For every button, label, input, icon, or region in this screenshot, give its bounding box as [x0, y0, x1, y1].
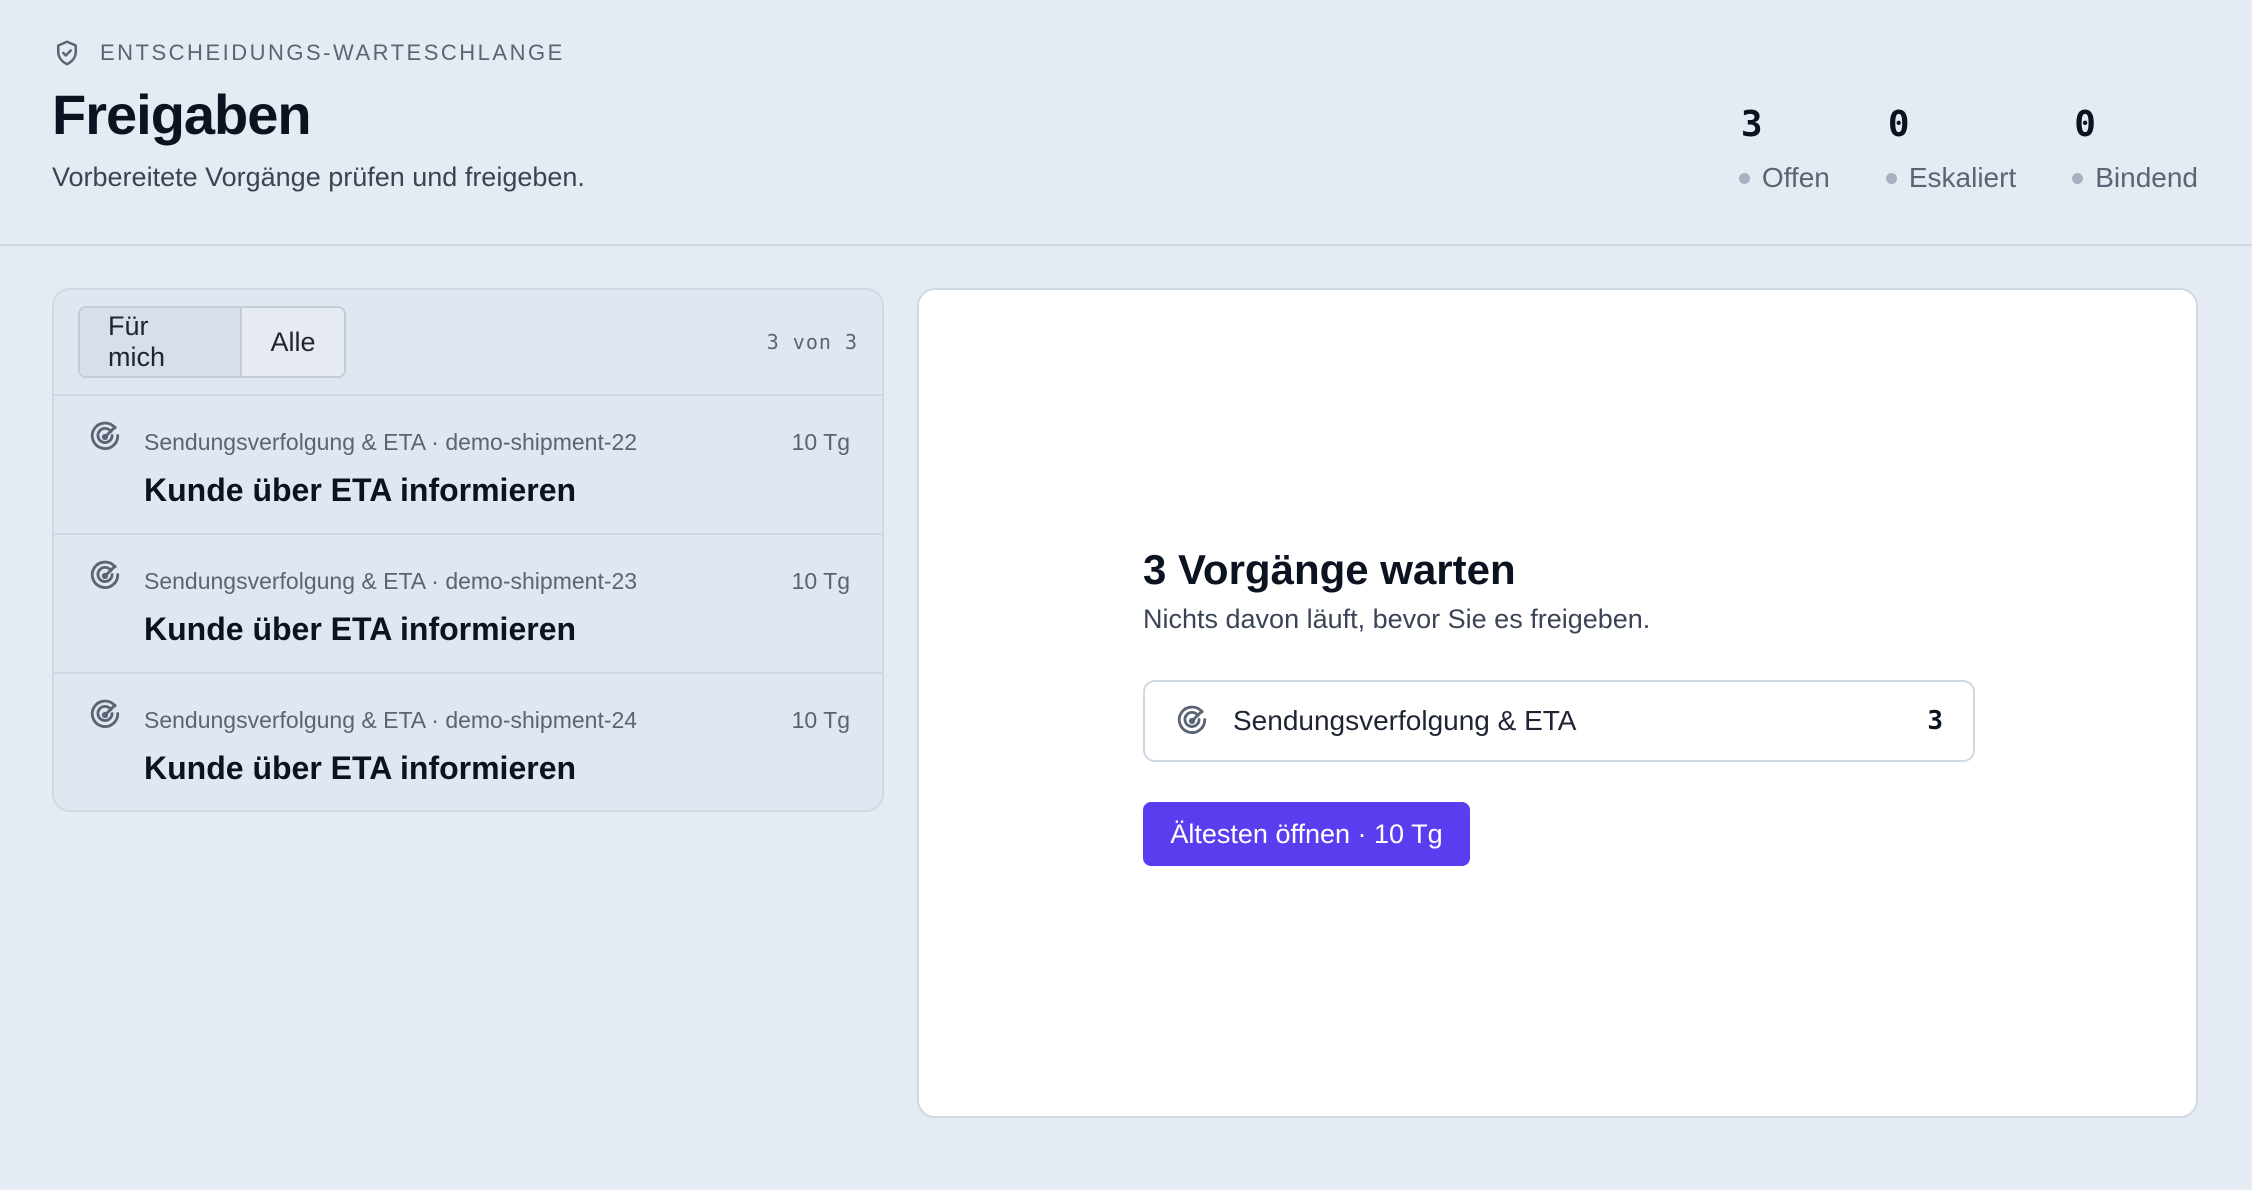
list-item[interactable]: Sendungsverfolgung & ETA · demo-shipment…	[54, 396, 882, 535]
stats-bar: 3 Offen 0 Eskaliert 0 Bindend	[1738, 104, 2198, 194]
queue-list-panel: Für mich Alle 3 von 3 Sendungsverfolgung…	[52, 288, 884, 812]
item-title: Kunde über ETA informieren	[144, 611, 577, 647]
item-age: 10 Tg	[791, 568, 850, 594]
item-title: Kunde über ETA informieren	[144, 750, 577, 786]
stat-label: Eskaliert	[1908, 162, 2017, 193]
stat-value: 0	[1887, 104, 1910, 145]
radar-icon	[1177, 705, 1207, 734]
stat-value: 0	[2074, 104, 2096, 145]
shield-check-icon	[57, 40, 77, 66]
group-count: 3	[1927, 706, 1943, 736]
filter-for-me-button[interactable]: Für mich	[80, 308, 242, 376]
item-meta: Sendungsverfolgung & ETA · demo-shipment…	[144, 568, 638, 594]
waiting-subtitle: Nichts davon läuft, bevor Sie es freigeb…	[1143, 604, 1651, 634]
status-dot	[2072, 172, 2084, 184]
page-subtitle: Vorbereitete Vorgänge prüfen und freigeb…	[52, 162, 585, 192]
stat-label: Bindend	[2095, 162, 2198, 193]
item-title: Kunde über ETA informieren	[144, 472, 577, 508]
status-dot	[1738, 172, 1750, 184]
detail-panel: 3 Vorgänge warten Nichts davon läuft, be…	[917, 288, 2198, 1118]
result-count: 3 von 3	[766, 330, 858, 354]
stat-label: Offen	[1761, 162, 1830, 193]
filter-segmented-control: Für mich Alle	[78, 306, 346, 378]
page-header: ENTSCHEIDUNGS-WARTESCHLANGE Freigaben Vo…	[0, 0, 2252, 246]
group-label: Sendungsverfolgung & ETA	[1233, 705, 1577, 736]
stat-binding: 0 Bindend	[2072, 104, 2198, 194]
eyebrow: ENTSCHEIDUNGS-WARTESCHLANGE	[52, 38, 565, 68]
filter-all-button[interactable]: Alle	[242, 308, 344, 376]
radar-icon	[90, 560, 120, 589]
radar-icon	[90, 699, 120, 728]
open-oldest-button[interactable]: Ältesten öffnen · 10 Tg	[1143, 802, 1470, 866]
item-meta: Sendungsverfolgung & ETA · demo-shipment…	[144, 707, 638, 733]
page-title: Freigaben	[52, 83, 312, 146]
waiting-title: 3 Vorgänge warten	[1143, 546, 1516, 593]
status-dot	[1885, 172, 1897, 184]
workflow-group-row[interactable]: Sendungsverfolgung & ETA 3	[1143, 680, 1975, 762]
list-item[interactable]: Sendungsverfolgung & ETA · demo-shipment…	[54, 535, 882, 674]
stat-value: 3	[1740, 104, 1763, 145]
stat-escalated: 0 Eskaliert	[1885, 104, 2017, 194]
radar-icon	[90, 421, 120, 450]
item-age: 10 Tg	[791, 707, 850, 733]
list-toolbar: Für mich Alle 3 von 3	[54, 290, 882, 396]
item-age: 10 Tg	[791, 429, 850, 455]
eyebrow-label: ENTSCHEIDUNGS-WARTESCHLANGE	[100, 40, 565, 65]
list-item[interactable]: Sendungsverfolgung & ETA · demo-shipment…	[54, 674, 882, 810]
item-meta: Sendungsverfolgung & ETA · demo-shipment…	[144, 429, 638, 455]
stat-open: 3 Offen	[1738, 104, 1830, 194]
